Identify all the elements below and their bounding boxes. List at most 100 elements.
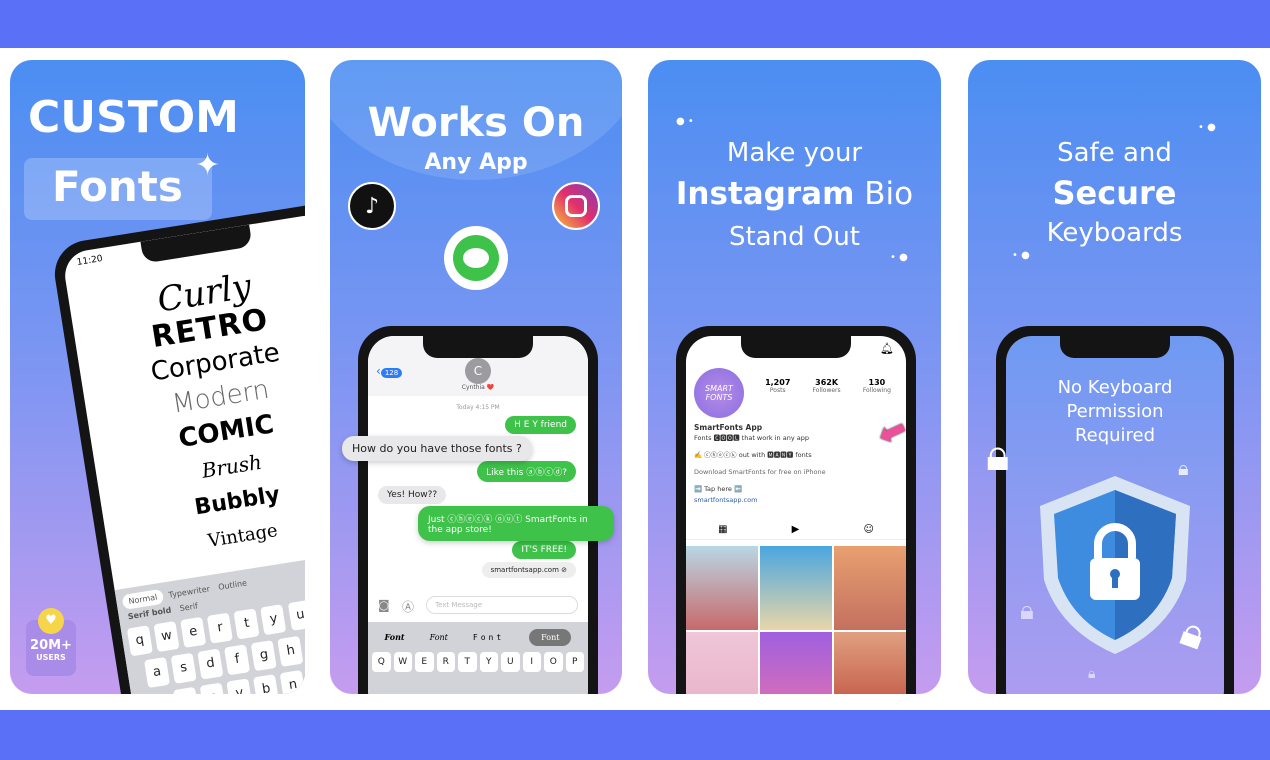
phone-mockup: 🔔︎ SMART FONTS 1,207 Posts 362K Followers … (676, 326, 916, 694)
key[interactable]: e (180, 616, 207, 648)
message-sent: IT'S FREE! (512, 541, 576, 559)
profile-tabs: ▦ ▶ ☺ (686, 524, 906, 540)
key[interactable]: q (126, 625, 153, 657)
key[interactable]: R (436, 652, 455, 672)
contact-avatar[interactable]: C (465, 358, 491, 384)
reels-tab-icon[interactable]: ▶ (792, 524, 800, 535)
key[interactable]: t (233, 608, 260, 640)
message-received: Yes! How?? (378, 486, 447, 504)
photo[interactable] (834, 546, 906, 630)
screenshot-custom-fonts[interactable]: CUSTOM Fonts ✦ 11:20 Curly RETRO Corpora… (10, 60, 305, 694)
bio-line: ➡️ Tap here ⬅️ (694, 485, 743, 493)
font-option[interactable]: Font (473, 633, 504, 642)
timestamp: Today 4:15 PM (456, 404, 500, 411)
title-fonts: Fonts (52, 162, 183, 211)
tagged-tab-icon[interactable]: ☺ (863, 524, 873, 535)
bio-line: Download SmartFonts for free on iPhone (694, 468, 826, 476)
users-badge: ♥ 20M+ USERS (26, 608, 76, 676)
phone-mockup: 11:20 Curly RETRO Corporate Modern COMIC… (50, 200, 305, 694)
key[interactable]: W (393, 652, 412, 672)
font-option[interactable]: Font (385, 632, 405, 642)
photo[interactable] (760, 546, 832, 630)
photo[interactable] (686, 546, 758, 630)
screenshot-instagram-bio[interactable]: ● • Make your Instagram Bio Stand Out • … (648, 60, 941, 694)
key[interactable]: b (253, 674, 280, 694)
key[interactable]: T (458, 652, 477, 672)
key[interactable]: a (143, 656, 171, 689)
lock-icon: 🔒︎ (1178, 456, 1189, 480)
style-serif[interactable]: Serif (176, 598, 202, 617)
key[interactable]: c (199, 682, 226, 694)
headline-2: Secure (1052, 174, 1177, 212)
grid-tab-icon[interactable]: ▦ (718, 524, 727, 535)
subtitle: Any App (424, 150, 528, 175)
key[interactable]: r (207, 612, 234, 644)
message-received-callout: How do you have those fonts ? (342, 436, 532, 461)
top-band (0, 0, 1270, 48)
key[interactable]: h (277, 635, 304, 667)
profile-name: SmartFonts App (694, 423, 763, 432)
key[interactable]: I (522, 652, 541, 672)
key[interactable]: x (173, 686, 200, 694)
key[interactable]: Q (372, 652, 391, 672)
font-option[interactable]: Font (430, 633, 448, 642)
font-list: Curly RETRO Corporate Modern COMIC Brush… (68, 256, 305, 575)
key[interactable]: O (544, 652, 563, 672)
key[interactable]: g (251, 640, 278, 672)
key[interactable]: E (415, 652, 434, 672)
stat-posts[interactable]: 1,207 Posts (765, 378, 790, 394)
style-outline[interactable]: Outline (214, 575, 251, 595)
headline-2: Instagram Bio (675, 176, 914, 212)
tiktok-icon: ♪ (348, 182, 396, 230)
camera-icon[interactable]: ◙ (378, 598, 390, 612)
keyboard: Font Font Font Font Q W E R T Y U I O P (368, 622, 588, 694)
bio-line: Fonts 🅲🅾🅾🅻 that work in any app (694, 434, 809, 442)
screenshot-works-on-any-app[interactable]: Works On Any App ♪ ‹ 128 C Cynthia ❤️ Tod… (330, 60, 622, 694)
keyboard: Normal Typewriter Outline Serif bold Ser… (114, 547, 305, 694)
profile-link[interactable]: smartfontsapp.com (694, 495, 854, 506)
link-preview[interactable]: smartfontsapp.com ⊘ (481, 562, 576, 578)
shield-lock-icon (1040, 476, 1190, 654)
lock-icon: 🔒︎ (1020, 596, 1034, 626)
stat-followers[interactable]: 362K Followers (813, 378, 841, 394)
appstore-icon[interactable]: Ⓐ (402, 598, 414, 615)
key[interactable]: U (501, 652, 520, 672)
sparkle-dots: • ● (1012, 250, 1030, 261)
key[interactable]: v (226, 678, 253, 694)
back-button[interactable]: ‹ 128 (376, 364, 403, 378)
heart-icon: ♥ (38, 608, 64, 634)
profile-stats: 1,207 Posts 362K Followers 130 Following (754, 378, 902, 394)
message-sent: Like this ⓐⓑⓒⓓ? (477, 461, 576, 482)
headline-3: Stand Out (728, 222, 860, 252)
key[interactable]: w (153, 621, 180, 653)
photo[interactable] (834, 632, 906, 694)
pink-arrow-icon: ⬅ (870, 407, 906, 457)
key[interactable]: f (224, 644, 251, 676)
message-input[interactable]: Text Message (426, 596, 578, 614)
key[interactable]: y (260, 604, 287, 636)
key[interactable]: Y (479, 652, 498, 672)
key[interactable]: s (170, 652, 197, 684)
photo[interactable] (686, 632, 758, 694)
badge-value: 20M+ (30, 638, 72, 653)
key[interactable]: P (565, 652, 584, 672)
bell-icon[interactable]: 🔔︎ (880, 342, 894, 355)
profile-avatar[interactable]: SMART FONTS (694, 368, 744, 418)
font-option-selected[interactable]: Font (529, 628, 572, 646)
screenshot-safe-secure[interactable]: • ● Safe and Secure Keyboards • ● No Key… (968, 60, 1261, 694)
badge-label: USERS (36, 653, 66, 662)
bottom-band (0, 710, 1270, 760)
key[interactable]: n (280, 669, 305, 694)
key[interactable]: d (197, 648, 224, 680)
sparkle-dots: ● • (676, 116, 694, 127)
font-bar: Font Font Font Font (372, 626, 584, 648)
headline-3: Keyboards (1046, 218, 1183, 248)
stat-following[interactable]: 130 Following (863, 378, 891, 394)
messages-icon (444, 226, 508, 290)
photo[interactable] (760, 632, 832, 694)
sparkle-icon: ✦ (195, 148, 221, 183)
status-time: 11:20 (76, 253, 104, 268)
profile-bio: SmartFonts App Fonts 🅲🅾🅾🅻 that work in a… (694, 422, 854, 506)
key[interactable]: u (287, 599, 305, 631)
headline-1: Make your (726, 138, 863, 168)
